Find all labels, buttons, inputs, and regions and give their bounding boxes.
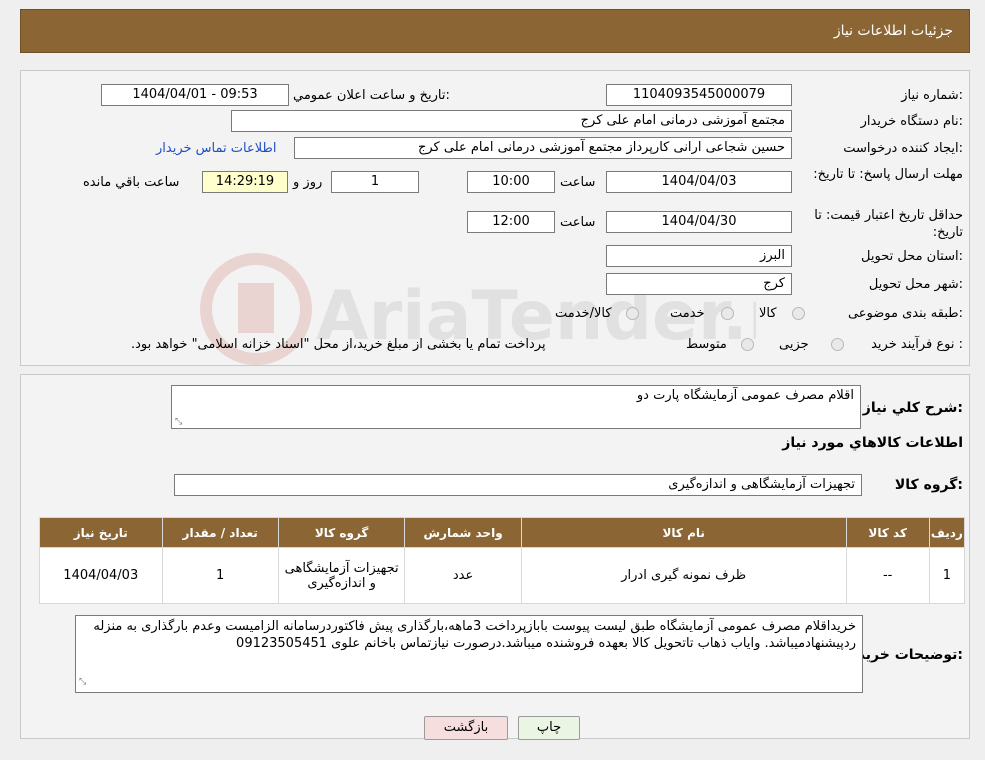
details-panel: AriaTender.neT شماره نیاز: 1104093545000… (20, 70, 970, 366)
process-minor-radio[interactable] (831, 338, 844, 351)
goods-group-field[interactable]: تجهیزات آزمایشگاهی و اندازه‌گیری (174, 474, 862, 496)
col-name-header: نام کالا (520, 517, 847, 548)
col-row-header: رديف (928, 517, 966, 548)
announce-datetime-label: تاريخ و ساعت اعلان عمومي: (293, 88, 450, 103)
resize-grip-icon[interactable]: ⤡ (175, 417, 182, 427)
time-remaining-field: 14:29:19 (202, 171, 288, 193)
description-text: اقلام مصرف عمومی آزمایشگاه پارت دو (636, 388, 854, 403)
goods-group-label: گروه کالا: (894, 477, 963, 493)
buyer-org-label: نام دستگاه خريدار: (860, 114, 963, 129)
remaining-label: ساعت باقي مانده (83, 175, 180, 190)
need-number-label: شماره نیاز: (901, 88, 963, 103)
resize-grip-icon[interactable]: ⤡ (79, 674, 86, 691)
cell-code: -- (845, 547, 930, 604)
process-medium-radio[interactable] (741, 338, 754, 351)
page-header: جزئیات اطلاعات نیاز (20, 9, 970, 53)
need-number-field[interactable]: 1104093545000079 (606, 84, 792, 106)
city-label: شهر محل تحويل: (868, 277, 963, 292)
category-service-label: خدمت (670, 306, 705, 321)
category-label: طبقه بندی موضوعی: (847, 306, 963, 321)
province-field[interactable]: البرز (606, 245, 792, 267)
goods-table-header-row: رديف کد کالا نام کالا واحد شمارش گروه کا… (39, 517, 966, 548)
validity-time-label: ساعت (560, 215, 596, 230)
validity-date-field[interactable]: 1404/04/30 (606, 211, 792, 233)
day-and-label: روز و (293, 175, 323, 190)
creator-label: ايجاد کننده درخواست: (843, 141, 963, 156)
col-group-header: گروه کالا (277, 517, 406, 548)
col-date-header: تاريخ نياز (39, 517, 163, 548)
validity-label: حداقل تاريخ اعتبار قيمت: تا تاريخ: (814, 208, 963, 240)
category-goods-label: کالا (759, 306, 777, 321)
days-remaining-field: 1 (331, 171, 419, 193)
cell-date: 1404/04/03 (39, 547, 163, 604)
cell-row: 1 (928, 547, 966, 604)
cell-quantity: 1 (161, 547, 279, 604)
print-button[interactable]: چاپ (518, 716, 580, 740)
validity-time-field[interactable]: 12:00 (467, 211, 555, 233)
process-label: نوع فرآيند خريد : (871, 337, 963, 352)
deadline-label: مهلت ارسال پاسخ: تا تاريخ: (813, 167, 963, 182)
goods-table: رديف کد کالا نام کالا واحد شمارش گروه کا… (39, 517, 966, 604)
province-label: استان محل تحويل: (861, 249, 963, 264)
goods-info-title: اطلاعات کالاهاي مورد نياز (782, 435, 963, 451)
buyer-notes-textarea[interactable]: خریداقلام مصرف عمومی آزمایشگاه طبق لیست … (75, 615, 863, 693)
deadline-time-label: ساعت (560, 175, 596, 190)
announce-datetime-field[interactable]: 1404/04/01 - 09:53 (101, 84, 289, 106)
summary-panel: شرح کلي نياز: اقلام مصرف عمومی آزمایشگاه… (20, 374, 970, 739)
col-code-header: کد کالا (845, 517, 930, 548)
col-quantity-header: تعداد / مقدار (161, 517, 279, 548)
cell-name: ظرف نمونه گیری ادرار (520, 547, 847, 604)
process-medium-label: متوسط (686, 337, 727, 352)
cell-group: تجهیزات آزمایشگاهی و اندازه‌گیری (277, 547, 406, 604)
process-treasury-note: پرداخت تمام يا بخشی از مبلغ خريد،از محل … (131, 337, 546, 352)
back-button[interactable]: بازگشت (424, 716, 508, 740)
category-service-radio[interactable] (721, 307, 734, 320)
buyer-notes-text: خریداقلام مصرف عمومی آزمایشگاه طبق لیست … (93, 619, 856, 651)
buyer-contact-link[interactable]: اطلاعات تماس خريدار (156, 141, 276, 156)
table-row: 1 -- ظرف نمونه گیری ادرار عدد تجهیزات آز… (39, 547, 966, 604)
description-label: شرح کلي نياز: (862, 400, 963, 416)
col-unit-header: واحد شمارش (404, 517, 522, 548)
deadline-time-field[interactable]: 10:00 (467, 171, 555, 193)
deadline-date-field[interactable]: 1404/04/03 (606, 171, 792, 193)
description-textarea[interactable]: اقلام مصرف عمومی آزمایشگاه پارت دو ⤡ (171, 385, 861, 429)
category-goods-service-radio[interactable] (626, 307, 639, 320)
category-goods-service-label: کالا/خدمت (555, 306, 612, 321)
cell-unit: عدد (404, 547, 522, 604)
category-goods-radio[interactable] (792, 307, 805, 320)
page-title: جزئیات اطلاعات نیاز (833, 23, 953, 39)
city-field[interactable]: کرج (606, 273, 792, 295)
buyer-org-field[interactable]: مجتمع آموزشی درمانی امام علی کرج (231, 110, 792, 132)
creator-field[interactable]: حسین شجاعی ارانی کارپرداز مجتمع آموزشی د… (294, 137, 792, 159)
process-minor-label: جزیی (779, 337, 809, 352)
